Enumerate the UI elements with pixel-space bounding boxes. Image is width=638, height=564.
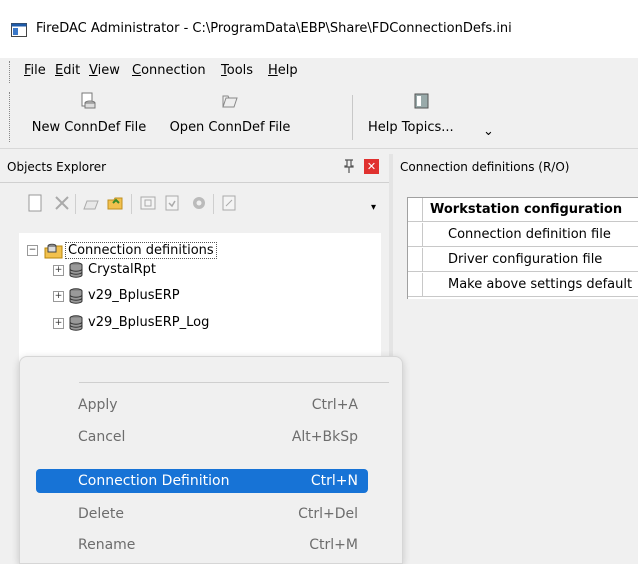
ctx-item-cancel[interactable]: Cancel Alt+BkSp — [36, 425, 368, 449]
grid-gutter — [408, 223, 423, 246]
grid-row-label: Connection definition file — [448, 227, 611, 242]
grid-gutter — [408, 273, 423, 296]
ctx-item-label: Delete — [78, 506, 124, 522]
menu-help[interactable]: Help — [268, 63, 298, 78]
ctx-item-shortcut: Ctrl+N — [310, 473, 358, 489]
pin-icon[interactable] — [342, 158, 356, 174]
cancel-icon[interactable] — [163, 194, 181, 212]
ctx-item-label: Apply — [78, 397, 118, 413]
menu-file[interactable]: File — [24, 63, 46, 78]
menu-grip[interactable] — [9, 61, 13, 83]
new-conndef-label: New ConnDef File — [31, 120, 147, 135]
grid-gutter — [408, 248, 423, 271]
ctx-item-shortcut: Ctrl+Del — [298, 506, 358, 522]
toolbar-separator — [352, 95, 353, 140]
grid-header-row: Workstation configuration — [408, 198, 638, 222]
grid-row[interactable]: Make above settings default — [408, 273, 638, 297]
copy-icon[interactable] — [220, 194, 238, 212]
right-panel-title: Connection definitions (R/O) — [400, 160, 570, 174]
database-icon — [69, 288, 83, 304]
menu-connection[interactable]: Connection — [132, 63, 206, 78]
tree-root-label[interactable]: Connection definitions — [65, 242, 217, 259]
grid-row-label: Driver configuration file — [448, 252, 603, 267]
ctx-item-shortcut: Alt+BkSp — [291, 429, 358, 445]
ctx-item-label: Connection Definition — [78, 473, 230, 489]
menu-tools[interactable]: Tools — [221, 63, 253, 78]
grid-row[interactable]: Driver configuration file — [408, 248, 638, 272]
explorer-title: Objects Explorer — [7, 160, 107, 174]
new-file-icon — [81, 92, 96, 109]
help-topics-label: Help Topics... — [368, 120, 454, 135]
settings-grid[interactable]: Workstation configuration Connection def… — [407, 197, 638, 299]
connections-folder-icon — [44, 243, 63, 259]
new-icon[interactable] — [26, 194, 44, 212]
database-icon — [69, 262, 83, 278]
ctx-item-delete[interactable]: Delete Ctrl+Del — [36, 502, 368, 526]
expand-icon[interactable]: + — [53, 265, 64, 276]
help-dropdown-arrow[interactable]: ⌄ — [483, 124, 494, 139]
apply-icon[interactable] — [139, 194, 157, 212]
explorer-toolbar-dropdown-arrow[interactable]: ▾ — [371, 202, 376, 213]
ctx-item-apply[interactable]: Apply Ctrl+A — [36, 393, 368, 417]
help-book-icon — [414, 93, 429, 109]
collapse-icon[interactable]: − — [27, 245, 38, 256]
ctx-item-shortcut: Ctrl+M — [309, 537, 358, 553]
open-file-icon — [222, 95, 238, 108]
ctx-item-shortcut: Ctrl+A — [311, 397, 358, 413]
grid-row-label: Make above settings default — [448, 277, 633, 292]
grid-row[interactable]: Connection definition file — [408, 223, 638, 247]
menu-edit[interactable]: Edit — [55, 63, 80, 78]
folder-open-icon[interactable] — [107, 194, 125, 212]
help-topics-button[interactable]: Help Topics... — [366, 90, 500, 144]
new-conndef-button[interactable]: New ConnDef File — [22, 90, 156, 144]
explorer-separator — [131, 194, 132, 214]
ctx-item-connection-definition[interactable]: Connection Definition Ctrl+N — [36, 469, 368, 493]
close-pane-button[interactable]: ✕ — [364, 159, 379, 174]
tree-item-label: CrystalRpt — [88, 262, 156, 277]
open-icon[interactable] — [82, 194, 100, 212]
explorer-separator — [213, 194, 214, 214]
open-conndef-label: Open ConnDef File — [169, 120, 291, 135]
grid-gutter — [408, 198, 423, 221]
ctx-item-label: Rename — [78, 537, 136, 553]
explorer-separator — [75, 194, 76, 214]
grid-header-label: Workstation configuration — [430, 202, 623, 217]
delete-icon[interactable] — [53, 194, 71, 212]
tree-item-label: v29_BplusERP — [88, 288, 180, 303]
toolbar-grip[interactable] — [9, 92, 13, 142]
open-conndef-button[interactable]: Open ConnDef File — [160, 90, 300, 144]
menu-view[interactable]: View — [89, 63, 120, 78]
refresh-icon[interactable] — [190, 194, 208, 212]
expand-icon[interactable]: + — [53, 318, 64, 329]
tree-item-label: v29_BplusERP_Log — [88, 315, 210, 330]
ctx-item-label: Cancel — [78, 429, 126, 445]
ctx-item-rename[interactable]: Rename Ctrl+M — [36, 533, 368, 557]
window-title: FireDAC Administrator - C:\ProgramData\E… — [36, 21, 512, 36]
database-icon — [69, 315, 83, 331]
app-icon — [11, 23, 27, 37]
context-menu-separator — [79, 382, 389, 383]
connection-tree[interactable]: − Connection definitions + CrystalRpt + … — [19, 233, 381, 362]
expand-icon[interactable]: + — [53, 291, 64, 302]
